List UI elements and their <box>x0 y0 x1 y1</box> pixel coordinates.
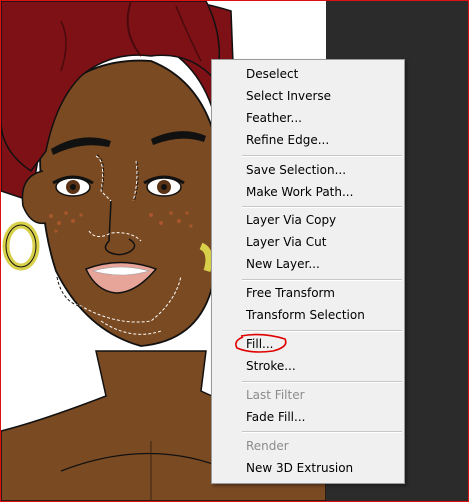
menu-item-render: Render <box>246 439 289 453</box>
menu-item-select-inverse[interactable]: Select Inverse <box>212 85 404 107</box>
menu-item-deselect[interactable]: Deselect <box>212 63 404 85</box>
menu-item-free-transform[interactable]: Free Transform <box>212 282 404 304</box>
menu-item-fade-fill[interactable]: Fade Fill... <box>212 406 404 428</box>
menu-separator <box>242 279 402 281</box>
menu-separator <box>242 206 402 208</box>
menu-item-transform-selection[interactable]: Transform Selection <box>212 304 404 326</box>
menu-item-last-filter: Last Filter <box>246 388 305 402</box>
menu-item-layer-via-copy[interactable]: Layer Via Copy <box>212 209 404 231</box>
menu-item-feather[interactable]: Feather... <box>212 107 404 129</box>
menu-item-new-3d-extrusion[interactable]: New 3D Extrusion <box>212 457 404 479</box>
menu-separator <box>242 431 402 433</box>
context-menu: Deselect Select Inverse Feather... Refin… <box>211 59 405 484</box>
menu-separator <box>242 155 402 157</box>
face <box>39 59 221 347</box>
menu-item-new-layer[interactable]: New Layer... <box>212 253 404 275</box>
menu-separator <box>242 330 402 332</box>
menu-item-make-work-path[interactable]: Make Work Path... <box>212 181 404 203</box>
menu-item-stroke[interactable]: Stroke... <box>212 355 404 377</box>
menu-item-layer-via-cut[interactable]: Layer Via Cut <box>212 231 404 253</box>
menu-item-save-selection[interactable]: Save Selection... <box>212 159 404 181</box>
menu-item-refine-edge[interactable]: Refine Edge... <box>212 129 404 151</box>
menu-item-fill[interactable]: Fill... <box>212 333 404 355</box>
menu-separator <box>242 381 402 383</box>
